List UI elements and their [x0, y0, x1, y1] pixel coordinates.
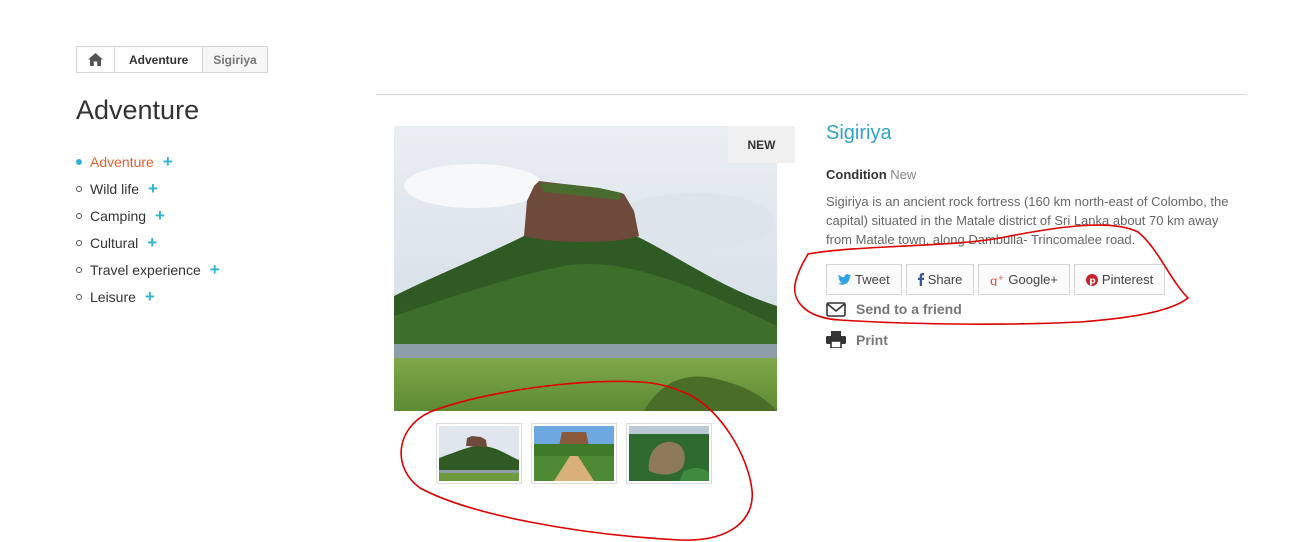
- breadcrumb-home[interactable]: [77, 47, 115, 72]
- bullet-icon: [76, 212, 82, 219]
- product-condition: Condition New: [826, 167, 916, 182]
- bullet-icon: [76, 266, 82, 273]
- product-title: Sigiriya: [826, 122, 892, 144]
- category-label[interactable]: Adventure: [90, 154, 154, 170]
- plus-icon[interactable]: +: [210, 261, 220, 278]
- new-badge: NEW: [728, 126, 795, 163]
- plus-icon[interactable]: +: [155, 207, 165, 224]
- thumbnail-aerial-rock[interactable]: [626, 423, 712, 484]
- breadcrumb: Adventure Sigiriya: [76, 46, 268, 73]
- thumbnail-garden-path[interactable]: [531, 423, 617, 484]
- category-list: Adventure + Wild life + Camping + Cultur…: [76, 148, 220, 310]
- twitter-icon: [838, 274, 851, 285]
- envelope-icon: [826, 301, 846, 317]
- plus-icon[interactable]: +: [163, 153, 173, 170]
- bullet-icon: [76, 239, 82, 246]
- plus-icon[interactable]: +: [145, 288, 155, 305]
- product-description: Sigiriya is an ancient rock fortress (16…: [826, 194, 1229, 247]
- thumbnail-sigiriya-rock[interactable]: [436, 423, 522, 484]
- category-item-adventure[interactable]: Adventure +: [76, 148, 220, 175]
- pinterest-button[interactable]: p Pinterest: [1073, 264, 1166, 295]
- breadcrumb-current: Sigiriya: [203, 47, 267, 72]
- google-plus-icon: g +: [990, 274, 1004, 286]
- condition-value: New: [890, 167, 917, 182]
- bullet-icon: [76, 158, 82, 165]
- category-label[interactable]: Cultural: [90, 235, 138, 251]
- condition-label: Condition: [826, 167, 887, 182]
- pinterest-icon: p: [1085, 273, 1098, 286]
- tweet-label: Tweet: [855, 272, 890, 287]
- category-label[interactable]: Travel experience: [90, 262, 201, 278]
- svg-text:p: p: [1089, 276, 1096, 286]
- svg-text:g: g: [990, 274, 998, 286]
- content-divider: [376, 94, 1246, 95]
- google-plus-label: Google+: [1008, 272, 1058, 287]
- category-item-leisure[interactable]: Leisure +: [76, 283, 220, 310]
- category-item-wild-life[interactable]: Wild life +: [76, 175, 220, 202]
- google-plus-button[interactable]: g + Google+: [978, 264, 1070, 295]
- plus-icon[interactable]: +: [148, 180, 158, 197]
- category-label[interactable]: Wild life: [90, 181, 139, 197]
- send-to-friend-link[interactable]: Send to a friend: [826, 301, 962, 317]
- home-icon: [88, 53, 103, 66]
- category-item-camping[interactable]: Camping +: [76, 202, 220, 229]
- thumbnail-strip: [436, 423, 712, 484]
- bullet-icon: [76, 185, 82, 192]
- sidebar-title: Adventure: [76, 95, 200, 125]
- print-label: Print: [856, 331, 888, 348]
- svg-text:+: +: [998, 274, 1004, 282]
- share-label: Share: [927, 272, 963, 287]
- category-label[interactable]: Leisure: [90, 289, 136, 305]
- product-main-image[interactable]: [394, 126, 777, 411]
- printer-icon: [826, 331, 846, 348]
- plus-icon[interactable]: +: [147, 234, 157, 251]
- category-item-travel-experience[interactable]: Travel experience +: [76, 256, 220, 283]
- facebook-icon: [917, 273, 924, 286]
- breadcrumb-category[interactable]: Adventure: [115, 47, 204, 72]
- send-to-friend-label: Send to a friend: [856, 301, 962, 317]
- facebook-share-button[interactable]: Share: [905, 264, 975, 295]
- pinterest-label: Pinterest: [1101, 272, 1154, 287]
- category-label[interactable]: Camping: [90, 208, 146, 224]
- tweet-button[interactable]: Tweet: [826, 264, 902, 295]
- bullet-icon: [76, 293, 82, 300]
- social-share-buttons: Tweet Share g + Google+ p Pinterest: [826, 264, 1166, 295]
- print-link[interactable]: Print: [826, 331, 888, 348]
- category-item-cultural[interactable]: Cultural +: [76, 229, 220, 256]
